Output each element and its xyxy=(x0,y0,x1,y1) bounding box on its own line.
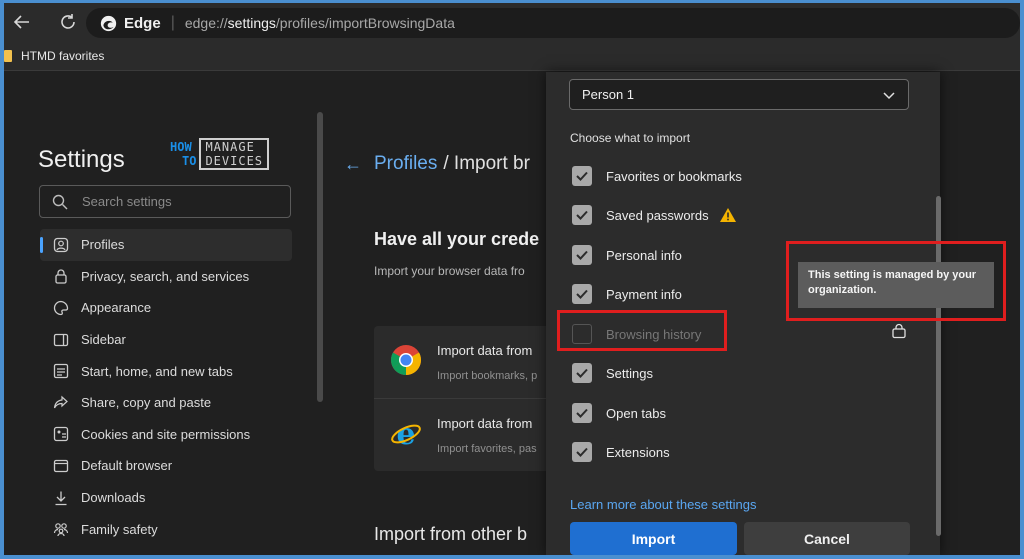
warning-icon xyxy=(719,208,736,222)
sidebar-item-start-home[interactable]: Start, home, and new tabs xyxy=(40,355,292,387)
import-heading: Have all your crede xyxy=(374,229,540,249)
sidebar-item-downloads[interactable]: Downloads xyxy=(40,482,292,514)
sidebar-item-default-browser[interactable]: Default browser xyxy=(40,450,292,482)
option-personal-info[interactable]: Personal info xyxy=(572,244,682,266)
watermark-logo: HOW TO MANAGE DEVICES xyxy=(170,138,270,170)
favorites-bar: HTMD favorites xyxy=(4,41,1020,71)
back-arrow-icon[interactable]: ← xyxy=(344,154,362,175)
checkbox-checked[interactable] xyxy=(572,205,592,225)
checkbox-checked[interactable] xyxy=(572,166,592,186)
share-icon xyxy=(52,394,70,412)
sidebar-item-sidebar[interactable]: Sidebar xyxy=(40,324,292,356)
svg-text:e: e xyxy=(396,417,415,449)
learn-more-link[interactable]: Learn more about these settings xyxy=(570,497,756,512)
checkbox-checked[interactable] xyxy=(572,442,592,462)
breadcrumb-profiles-link[interactable]: Profiles xyxy=(374,153,437,175)
address-separator: | xyxy=(170,14,175,31)
option-open-tabs[interactable]: Open tabs xyxy=(572,402,666,424)
chevron-down-icon xyxy=(883,92,895,100)
favorites-folder[interactable]: HTMD favorites xyxy=(21,49,104,63)
home-icon xyxy=(52,362,70,380)
lock-icon xyxy=(52,267,70,285)
checkbox-checked[interactable] xyxy=(572,284,592,304)
managed-lock-icon xyxy=(892,323,906,339)
family-icon xyxy=(52,520,70,538)
managed-tooltip: This setting is managed by your organiza… xyxy=(798,262,994,308)
import-row-subtitle: Import favorites, pas xyxy=(437,443,537,455)
checkbox-checked[interactable] xyxy=(572,363,592,383)
edge-logo-icon xyxy=(100,15,117,31)
sidebar-scrollbar[interactable] xyxy=(317,112,323,402)
refresh-icon xyxy=(61,14,75,29)
profile-icon xyxy=(52,236,70,254)
choose-label: Choose what to import xyxy=(570,131,691,145)
option-settings[interactable]: Settings xyxy=(572,362,653,384)
browser-toolbar: Edge | edge://settings/profiles/importBr… xyxy=(4,3,1020,41)
import-row-subtitle: Import bookmarks, p xyxy=(437,370,538,382)
option-passwords[interactable]: Saved passwords xyxy=(572,204,737,226)
cookie-icon xyxy=(52,425,70,443)
import-card: Import data from Import bookmarks, p e I… xyxy=(374,326,554,471)
profile-select[interactable]: Person 1 xyxy=(569,79,909,110)
address-bar[interactable]: Edge | edge://settings/profiles/importBr… xyxy=(86,8,1020,38)
sidebar-item-appearance[interactable]: Appearance xyxy=(40,292,292,324)
sidebar-item-family[interactable]: Family safety xyxy=(40,513,292,545)
import-row-title: Import data from xyxy=(437,343,533,358)
import-other-heading: Import from other b xyxy=(374,524,528,544)
sidebar-item-share[interactable]: Share, copy and paste xyxy=(40,387,292,419)
sidebar-item-cookies[interactable]: Cookies and site permissions xyxy=(40,419,292,451)
import-row-title: Import data from xyxy=(437,416,533,431)
search-icon xyxy=(52,194,68,209)
import-button[interactable]: Import xyxy=(570,522,737,555)
browser-name: Edge xyxy=(124,14,161,32)
profile-select-value: Person 1 xyxy=(582,87,635,102)
option-payment-info[interactable]: Payment info xyxy=(572,283,682,305)
import-row-chrome[interactable]: Import data from Import bookmarks, p xyxy=(374,326,554,398)
import-subheading: Import your browser data fro xyxy=(374,264,525,278)
sidebar-icon xyxy=(52,331,70,349)
import-row-ie[interactable]: e Import data from Import favorites, pas xyxy=(374,398,554,470)
folder-icon xyxy=(4,49,12,62)
palette-icon xyxy=(52,299,70,317)
cancel-button[interactable]: Cancel xyxy=(744,522,910,555)
settings-title: Settings xyxy=(38,146,125,173)
search-placeholder: Search settings xyxy=(82,194,172,209)
back-button[interactable] xyxy=(4,4,40,40)
checkbox-checked[interactable] xyxy=(572,245,592,265)
highlight-box-browsing-history xyxy=(557,310,727,351)
checkbox-checked[interactable] xyxy=(572,403,592,423)
breadcrumb-current: / Import br xyxy=(443,153,530,174)
sidebar-item-privacy[interactable]: Privacy, search, and services xyxy=(40,261,292,293)
browser-icon xyxy=(52,457,70,475)
sidebar-item-profiles[interactable]: Profiles xyxy=(40,229,292,261)
settings-nav: Profiles Privacy, search, and services A… xyxy=(40,229,292,545)
refresh-button[interactable] xyxy=(50,4,86,40)
download-icon xyxy=(52,489,70,507)
ie-icon: e xyxy=(391,417,421,449)
option-favorites[interactable]: Favorites or bookmarks xyxy=(572,165,742,187)
back-arrow-icon xyxy=(13,15,29,29)
chrome-icon xyxy=(390,345,422,375)
url-text[interactable]: edge://settings/profiles/importBrowsingD… xyxy=(185,15,455,31)
option-extensions[interactable]: Extensions xyxy=(572,441,670,463)
search-settings-input[interactable]: Search settings xyxy=(39,185,291,218)
breadcrumb: ← Profiles / Import br xyxy=(344,153,530,175)
